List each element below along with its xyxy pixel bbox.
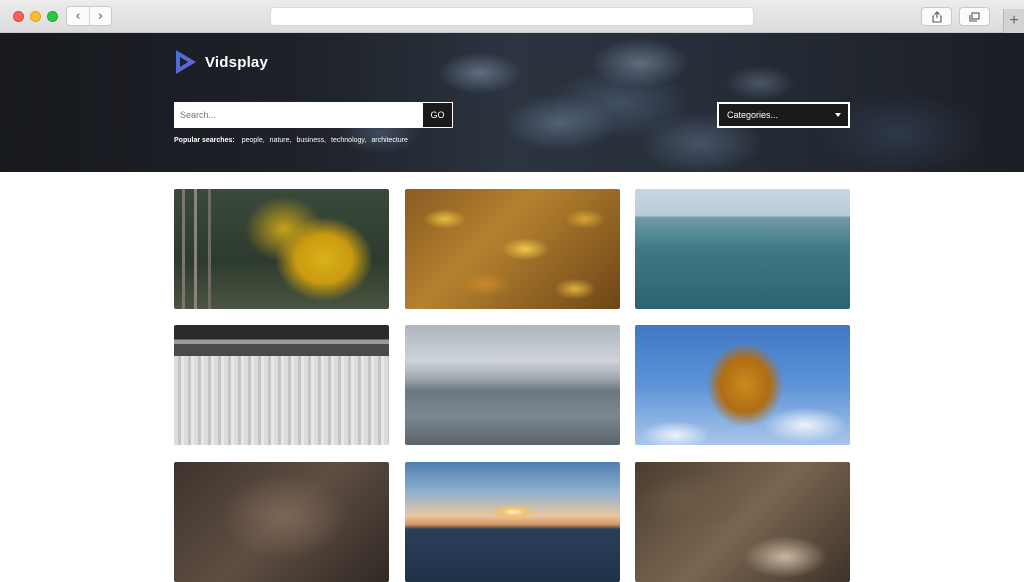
popular-tag-business[interactable]: business,: [296, 137, 326, 144]
popular-searches: Popular searches: people, nature, busine…: [174, 137, 408, 144]
popular-tag-people[interactable]: people,: [242, 137, 265, 144]
logo-text: Vidsplay: [205, 53, 269, 71]
close-window-button[interactable]: [13, 11, 24, 22]
video-thumb-rocks[interactable]: [635, 462, 850, 582]
chevron-left-icon[interactable]: ‹: [67, 7, 89, 25]
popular-tag-architecture[interactable]: architecture: [371, 137, 408, 144]
logo[interactable]: Vidsplay: [174, 49, 268, 75]
tabs-icon[interactable]: [959, 7, 990, 26]
video-thumb-night-sky[interactable]: [174, 462, 389, 582]
search-input[interactable]: [174, 102, 422, 128]
caret-down-icon: [835, 113, 841, 117]
share-icon[interactable]: [921, 7, 952, 26]
chevron-right-icon[interactable]: ›: [88, 7, 111, 25]
play-logo-icon: [176, 50, 196, 74]
maximize-window-button[interactable]: [47, 11, 58, 22]
popular-tag-nature[interactable]: nature,: [270, 137, 292, 144]
address-bar[interactable]: [270, 7, 754, 26]
popular-tag-technology[interactable]: technology,: [331, 137, 366, 144]
categories-dropdown[interactable]: Categories...: [717, 102, 850, 128]
plus-icon[interactable]: +: [1003, 9, 1024, 33]
hero-banner: Vidsplay GO Popular searches: people, na…: [0, 33, 1024, 172]
popular-searches-label: Popular searches:: [174, 137, 235, 144]
video-thumb-autumn-tree-sky[interactable]: [635, 325, 850, 445]
video-thumb-factory-conveyor[interactable]: [174, 325, 389, 445]
video-grid: [174, 189, 850, 582]
video-thumb-calm-lake[interactable]: [405, 325, 620, 445]
video-thumb-sunset-water[interactable]: [405, 462, 620, 582]
browser-toolbar: ‹ › +: [0, 0, 1024, 33]
minimize-window-button[interactable]: [30, 11, 41, 22]
categories-label: Categories...: [727, 110, 779, 120]
go-button[interactable]: GO: [422, 102, 453, 128]
video-thumb-open-sea[interactable]: [635, 189, 850, 309]
history-nav: ‹ ›: [66, 6, 112, 26]
video-thumb-fallen-leaves[interactable]: [405, 189, 620, 309]
video-thumb-autumn-forest[interactable]: [174, 189, 389, 309]
